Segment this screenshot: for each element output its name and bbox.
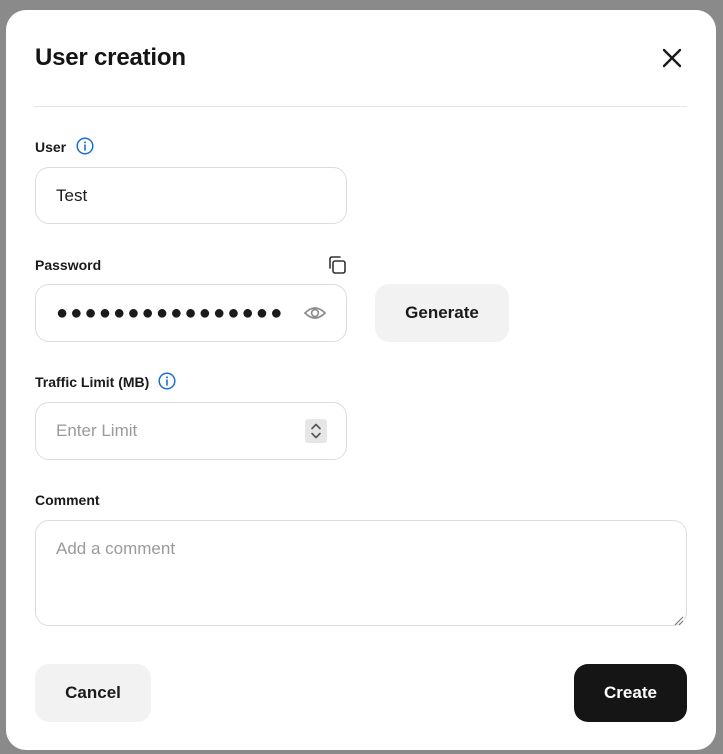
- copy-icon[interactable]: [327, 255, 347, 275]
- generate-button[interactable]: Generate: [375, 284, 509, 342]
- traffic-limit-field[interactable]: [35, 402, 347, 460]
- cancel-button[interactable]: Cancel: [35, 664, 151, 722]
- resize-handle-icon[interactable]: [674, 613, 684, 626]
- password-label: Password: [35, 257, 102, 273]
- traffic-limit-input[interactable]: [56, 403, 286, 459]
- user-label: User: [35, 139, 67, 155]
- dialog-title: User creation: [35, 44, 186, 71]
- comment-textarea[interactable]: [56, 539, 666, 617]
- close-icon[interactable]: [660, 46, 684, 70]
- header-divider: [34, 106, 687, 107]
- eye-icon[interactable]: [303, 302, 327, 324]
- user-creation-dialog: User creation User Password ●●●●●●●●●●●●…: [6, 10, 716, 750]
- comment-field[interactable]: [35, 520, 687, 626]
- info-icon[interactable]: [158, 372, 176, 390]
- create-button[interactable]: Create: [574, 664, 687, 722]
- comment-label: Comment: [35, 492, 100, 508]
- stepper-icon[interactable]: [305, 419, 327, 443]
- password-masked-value: ●●●●●●●●●●●●●●●●: [56, 301, 285, 324]
- password-field[interactable]: ●●●●●●●●●●●●●●●●: [35, 284, 347, 342]
- user-input[interactable]: [56, 168, 326, 223]
- user-field[interactable]: [35, 167, 347, 224]
- info-icon[interactable]: [76, 137, 94, 155]
- traffic-limit-label: Traffic Limit (MB): [35, 374, 150, 390]
